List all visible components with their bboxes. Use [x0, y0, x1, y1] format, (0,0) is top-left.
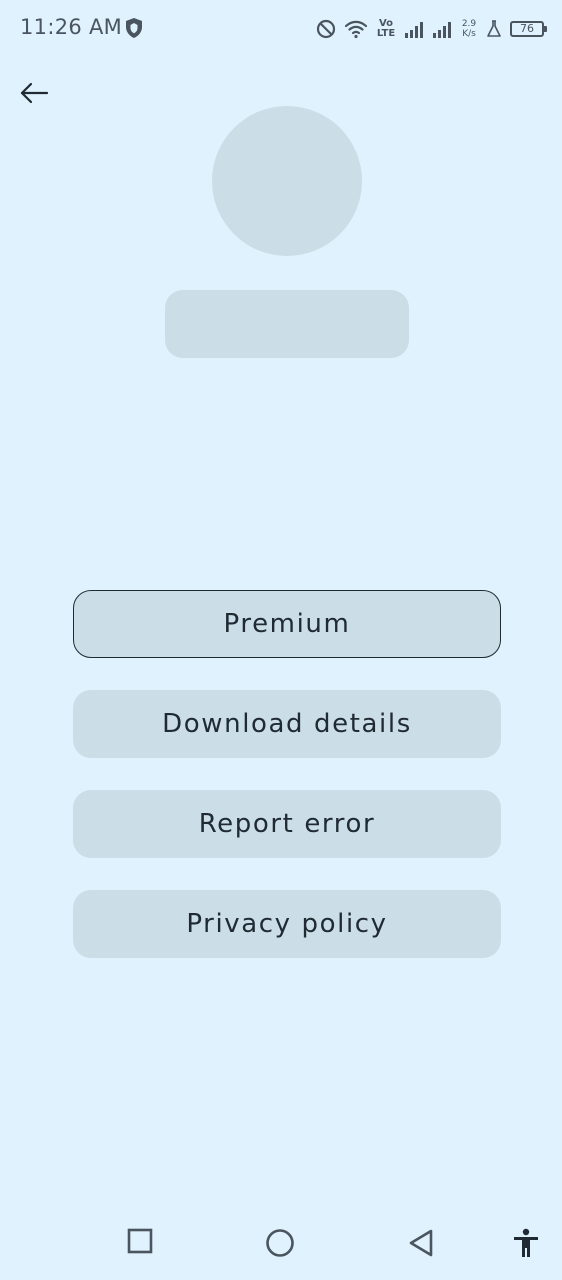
status-icons: Vo LTE 2.9 K/s 76	[316, 14, 547, 44]
signal-icon-2	[433, 22, 451, 38]
net-speed-value: 2.9	[461, 19, 477, 29]
report-error-button[interactable]: Report error	[73, 790, 501, 858]
premium-button[interactable]: Premium	[73, 590, 501, 658]
flask-icon	[487, 20, 501, 37]
arrow-left-icon[interactable]	[18, 78, 50, 108]
battery-indicator: 76	[510, 21, 547, 37]
shield-icon	[126, 18, 142, 38]
accessibility-icon[interactable]	[512, 1228, 540, 1258]
avatar	[212, 106, 362, 256]
square-icon[interactable]	[127, 1228, 153, 1254]
net-speed-unit: K/s	[462, 29, 476, 39]
profile-name-placeholder	[165, 290, 409, 358]
status-time: 11:26 AM	[20, 15, 123, 39]
privacy-policy-button[interactable]: Privacy policy	[73, 890, 501, 958]
status-bar: 11:26 AM Vo LTE 2.9 K/s 76	[0, 0, 562, 58]
do-not-disturb-icon	[316, 19, 336, 39]
net-speed: 2.9 K/s	[460, 19, 478, 39]
system-nav-bar	[0, 1200, 562, 1280]
network-type: Vo LTE	[376, 18, 396, 39]
circle-icon[interactable]	[265, 1228, 295, 1258]
wifi-icon	[344, 20, 368, 39]
download-details-button[interactable]: Download details	[73, 690, 501, 758]
triangle-back-icon[interactable]	[407, 1228, 435, 1258]
signal-icon	[405, 22, 423, 38]
